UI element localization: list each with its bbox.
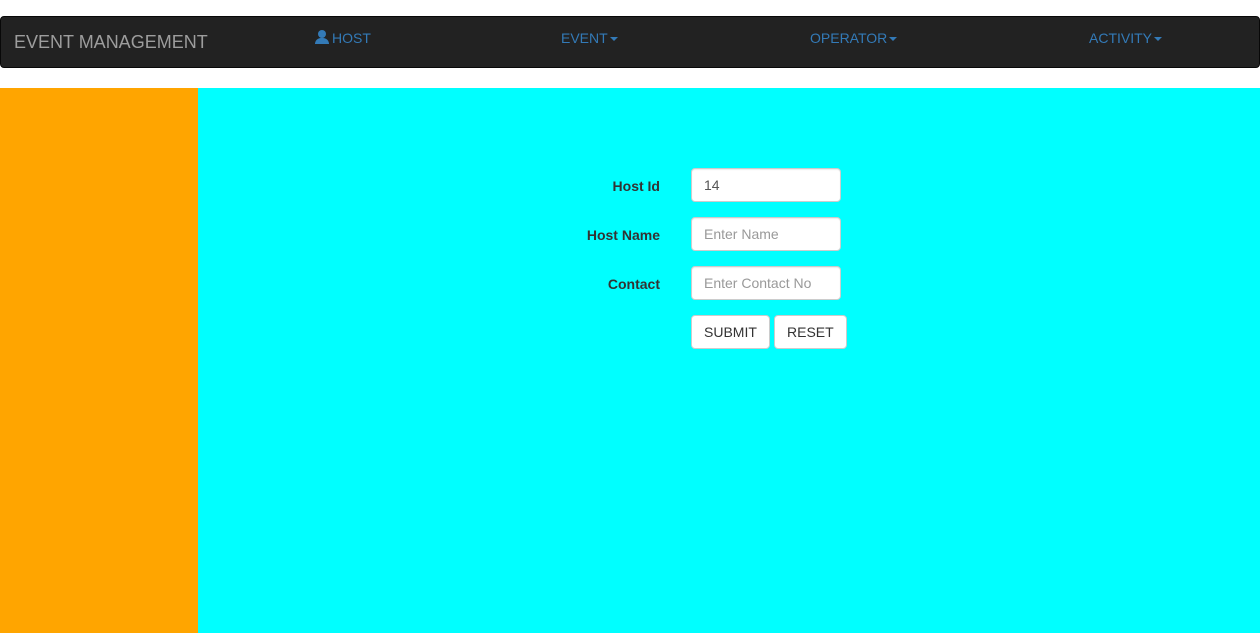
nav-operator-label: OPERATOR [810,30,888,46]
nav-operator-dropdown[interactable]: OPERATOR [810,29,898,47]
host-id-label: Host Id [612,178,660,194]
nav-host-label: HOST [332,30,371,46]
main-content: Host Id Host Name Contact SUBMIT RESET [198,88,1260,633]
top-navbar: EVENT MANAGEMENT HOST EVENT OPERATOR ACT… [0,16,1260,68]
host-name-label: Host Name [586,227,660,243]
caret-down-icon [609,37,618,42]
caret-down-icon [1154,37,1163,42]
reset-button[interactable]: RESET [774,315,847,349]
brand-title[interactable]: EVENT MANAGEMENT [14,32,208,52]
nav-host[interactable]: HOST [315,29,371,47]
submit-button[interactable]: SUBMIT [691,315,770,349]
host-id-input[interactable] [691,168,841,202]
nav-activity-label: ACTIVITY [1089,30,1153,46]
host-name-input[interactable] [691,217,841,251]
sidebar [0,88,198,633]
contact-input[interactable] [691,266,841,300]
contact-label: Contact [607,276,660,292]
nav-event-dropdown[interactable]: EVENT [561,29,618,47]
user-icon [315,30,329,44]
nav-activity-dropdown[interactable]: ACTIVITY [1089,29,1163,47]
caret-down-icon [889,37,898,42]
nav-event-label: EVENT [561,30,608,46]
